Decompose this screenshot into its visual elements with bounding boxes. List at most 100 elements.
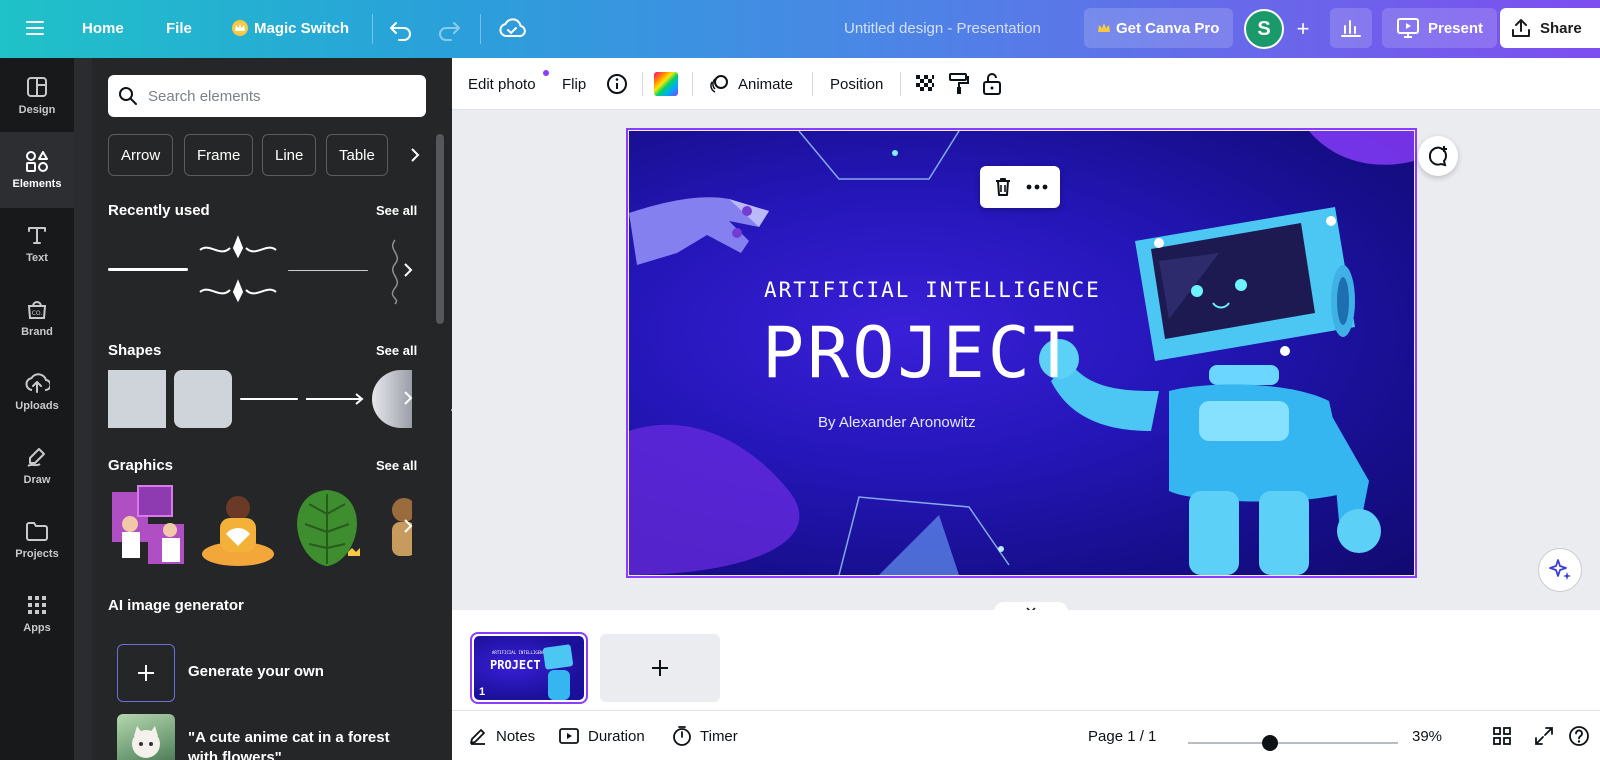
generate-own-label[interactable]: Generate your own xyxy=(188,663,324,680)
graphic-monstera-leaf[interactable] xyxy=(288,484,366,568)
text-icon xyxy=(28,227,46,244)
trash-icon[interactable] xyxy=(993,176,1013,198)
present-button[interactable]: Present xyxy=(1382,8,1498,48)
position-button[interactable]: Position xyxy=(830,58,883,110)
see-all-shapes-link[interactable]: See all xyxy=(376,343,417,358)
chip-label: Arrow xyxy=(121,146,161,164)
notes-button[interactable]: Notes xyxy=(468,711,535,760)
recent-line-element[interactable] xyxy=(108,268,188,271)
avatar[interactable]: S xyxy=(1244,9,1284,49)
rail-item-draw[interactable]: Draw xyxy=(0,428,74,504)
plus-icon xyxy=(138,665,154,681)
brand-icon: CO. xyxy=(27,301,47,319)
duration-button[interactable]: Duration xyxy=(558,711,645,760)
design-icon xyxy=(27,77,47,97)
recently-used-title: Recently used xyxy=(108,202,210,219)
design-title[interactable]: Untitled design - Presentation xyxy=(844,20,1041,37)
share-button[interactable]: Share xyxy=(1500,8,1600,48)
animate-icon xyxy=(710,75,728,93)
rail-item-brand[interactable]: CO. Brand xyxy=(0,280,74,356)
left-rail: Design Elements Text CO. Brand Uploads D… xyxy=(0,58,74,760)
divider xyxy=(372,14,373,44)
animate-button[interactable]: Animate xyxy=(708,58,793,110)
info-icon[interactable] xyxy=(606,58,628,110)
help-icon[interactable] xyxy=(1568,711,1590,760)
shape-rounded-square[interactable] xyxy=(174,370,232,428)
add-collaborator-icon[interactable]: + xyxy=(1288,14,1318,44)
folder-icon xyxy=(26,522,48,541)
lock-icon[interactable] xyxy=(982,58,1002,110)
add-comment-icon[interactable] xyxy=(1418,136,1458,176)
crown-icon xyxy=(1098,23,1110,33)
file-menu-button[interactable]: File xyxy=(158,8,200,48)
flip-label: Flip xyxy=(562,75,587,93)
shape-arrow[interactable] xyxy=(306,390,366,408)
undo-icon[interactable] xyxy=(386,14,416,44)
recent-divider-element[interactable] xyxy=(288,270,368,271)
flip-button[interactable]: Flip xyxy=(562,58,586,110)
get-canva-pro-button[interactable]: Get Canva Pro xyxy=(1084,8,1234,48)
graphic-vr-people[interactable] xyxy=(108,484,190,568)
rail-item-projects[interactable]: Projects xyxy=(0,502,74,578)
present-icon xyxy=(1396,17,1420,39)
chip-line[interactable]: Line xyxy=(262,134,317,176)
see-all-recent-link[interactable]: See all xyxy=(376,203,417,218)
animate-label: Animate xyxy=(738,75,794,93)
chip-frame[interactable]: Frame xyxy=(184,134,254,176)
chip-table[interactable]: Table xyxy=(326,134,388,176)
magic-switch-button[interactable]: Magic Switch xyxy=(224,8,357,48)
chevron-right-icon[interactable] xyxy=(404,134,426,176)
generate-own-button[interactable] xyxy=(117,644,175,702)
fullscreen-icon[interactable] xyxy=(1534,711,1554,760)
panel-scrollbar[interactable] xyxy=(436,134,444,324)
color-picker-icon[interactable] xyxy=(654,58,678,110)
present-label: Present xyxy=(1428,19,1484,37)
context-toolbar: Edit photo Flip Animate Position xyxy=(452,58,1600,110)
chevron-right-icon[interactable] xyxy=(396,386,420,410)
ai-example-prompt[interactable]: "A cute anime cat in a forest with flowe… xyxy=(188,728,418,760)
timer-button[interactable]: Timer xyxy=(672,711,738,760)
rail-item-design[interactable]: Design xyxy=(0,58,74,134)
shape-square[interactable] xyxy=(108,370,166,428)
paint-roller-icon[interactable] xyxy=(948,58,970,110)
recent-ornament-element[interactable] xyxy=(196,234,280,312)
ai-example-thumbnail[interactable] xyxy=(117,714,175,760)
edit-photo-button[interactable]: Edit photo xyxy=(468,58,536,110)
shape-line[interactable] xyxy=(240,398,298,400)
rail-item-apps[interactable]: Apps xyxy=(0,576,74,652)
search-box[interactable] xyxy=(108,75,426,117)
plus-icon xyxy=(652,660,668,676)
zoom-level[interactable]: 39% xyxy=(1412,711,1442,760)
shapes-title: Shapes xyxy=(108,342,162,359)
see-all-graphics-link[interactable]: See all xyxy=(376,458,417,473)
svg-text:CO.: CO. xyxy=(32,310,43,317)
chevron-right-icon[interactable] xyxy=(396,514,420,538)
redo-icon[interactable] xyxy=(434,14,464,44)
cloud-saved-icon[interactable] xyxy=(498,16,526,42)
chip-arrow[interactable]: Arrow xyxy=(108,134,174,176)
menu-icon[interactable] xyxy=(24,17,46,39)
grid-view-icon[interactable] xyxy=(1492,711,1512,760)
zoom-slider-handle[interactable] xyxy=(1261,735,1278,751)
search-input[interactable] xyxy=(148,87,408,105)
crown-icon xyxy=(232,20,248,36)
zoom-slider-track[interactable] xyxy=(1188,742,1398,744)
rail-item-text[interactable]: Text xyxy=(0,206,74,282)
rail-label: Elements xyxy=(12,178,62,190)
page-number: 1 xyxy=(479,686,486,698)
top-bar: Home File Magic Switch Untitled design -… xyxy=(0,0,1600,58)
home-button[interactable]: Home xyxy=(74,8,132,48)
divider xyxy=(480,14,481,44)
avatar-initial: S xyxy=(1257,17,1271,40)
rail-item-elements[interactable]: Elements xyxy=(0,132,74,208)
graphic-heart-hands[interactable] xyxy=(196,488,280,568)
rail-item-uploads[interactable]: Uploads xyxy=(0,354,74,430)
transparency-icon[interactable] xyxy=(914,58,936,110)
more-options-icon[interactable] xyxy=(1026,184,1048,190)
chevron-right-icon[interactable] xyxy=(396,258,420,282)
page-indicator[interactable]: Page 1 / 1 xyxy=(1088,711,1156,760)
add-page-button[interactable] xyxy=(600,634,720,702)
page-thumbnail[interactable]: ARTIFICIAL INTELLIGENCE PROJECT 1 xyxy=(470,632,588,704)
magic-assistant-icon[interactable] xyxy=(1538,548,1582,592)
insights-icon[interactable] xyxy=(1330,8,1372,48)
